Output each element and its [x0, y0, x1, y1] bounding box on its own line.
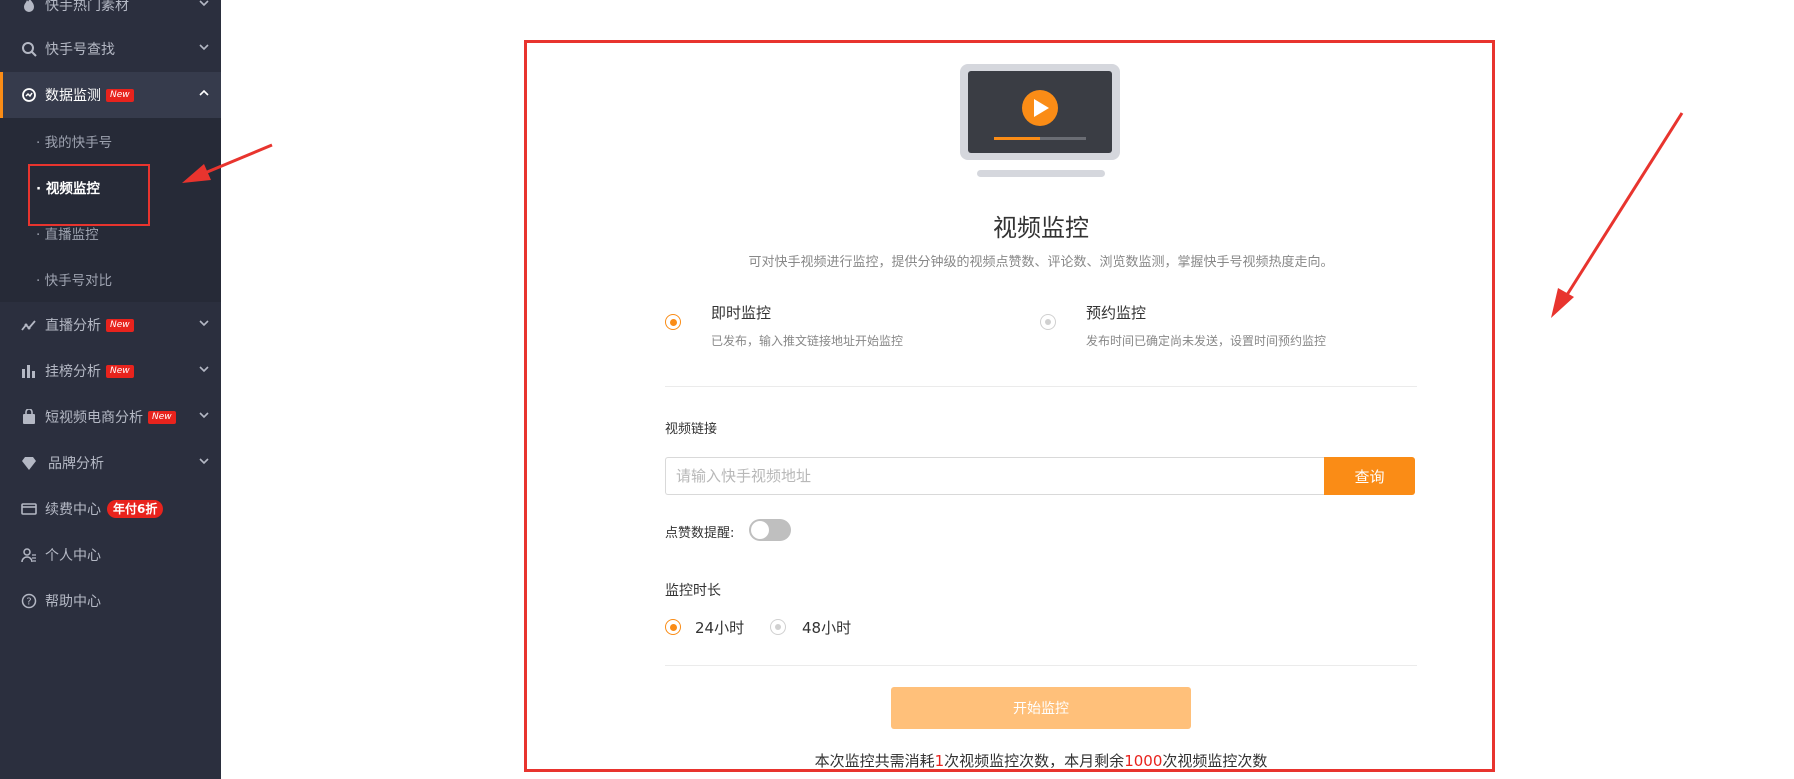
usage-note-text: 次视频监控次数: [1162, 752, 1268, 770]
radio-24h[interactable]: [665, 619, 681, 635]
radio-dot: [669, 318, 677, 326]
annotation-arrow-right: [1551, 112, 1684, 318]
like-alert-label: 点赞数提醒:: [665, 526, 735, 541]
mode-title: 预约监控: [1086, 304, 1147, 322]
radio-dot: [1045, 319, 1051, 325]
mode-desc: 已发布，输入推文链接地址开始监控: [711, 334, 904, 348]
mode-title: 即时监控: [711, 304, 772, 322]
divider: [665, 665, 1417, 666]
mode-option-instant[interactable]: 即时监控 已发布，输入推文链接地址开始监控: [665, 302, 1025, 352]
duration-label: 监控时长: [665, 583, 721, 599]
video-link-label: 视频链接: [665, 422, 718, 437]
usage-remaining: 1000: [1124, 752, 1163, 770]
duration-option-label: 24小时: [695, 619, 745, 637]
page-title: 视频监控: [993, 214, 1089, 242]
like-alert-toggle[interactable]: [749, 519, 791, 541]
usage-note: 本次监控共需消耗1次视频监控次数，本月剩余1000次视频监控次数: [665, 750, 1417, 771]
video-monitor-illustration: [960, 64, 1120, 177]
start-monitor-button[interactable]: 开始监控: [891, 687, 1191, 729]
radio-instant[interactable]: [665, 314, 681, 330]
radio-dot: [669, 623, 677, 631]
duration-option-label: 48小时: [802, 619, 852, 637]
page-description: 可对快手视频进行监控，提供分钟级的视频点赞数、评论数、浏览数监测，掌握快手号视频…: [748, 255, 1334, 270]
duration-option-48h[interactable]: 48小时: [770, 616, 870, 638]
radio-48h[interactable]: [770, 619, 786, 635]
toggle-knob: [751, 521, 769, 539]
video-link-input[interactable]: [665, 457, 1325, 495]
usage-note-text: 次视频监控次数，本月剩余: [944, 752, 1125, 770]
radio-scheduled[interactable]: [1040, 314, 1056, 330]
query-button[interactable]: 查询: [1324, 457, 1415, 495]
radio-dot: [775, 624, 781, 630]
annotation-arrow-left: [182, 143, 273, 183]
usage-cost: 1: [934, 752, 945, 770]
divider: [665, 386, 1417, 387]
mode-option-scheduled[interactable]: 预约监控 发布时间已确定尚未发送，设置时间预约监控: [1040, 302, 1420, 352]
mode-desc: 发布时间已确定尚未发送，设置时间预约监控: [1086, 334, 1327, 348]
usage-note-text: 本次监控共需消耗: [814, 752, 935, 770]
duration-option-24h[interactable]: 24小时: [665, 616, 765, 638]
